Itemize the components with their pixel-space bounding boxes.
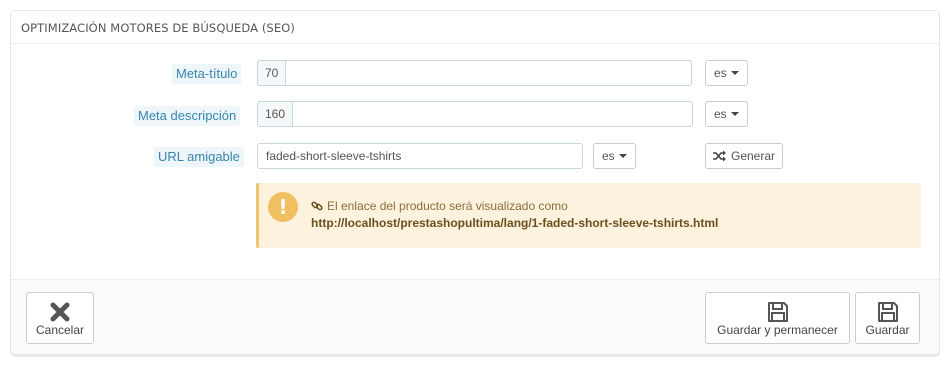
friendly-url-input[interactable] [257, 143, 583, 169]
panel-footer: Cancelar Guardar y permanecer Guardar [11, 279, 939, 354]
save-button[interactable]: Guardar [855, 292, 920, 344]
friendly-url-language-value: es [602, 149, 615, 163]
link-icon [311, 201, 323, 211]
meta-description-language-dropdown[interactable]: es [705, 101, 748, 127]
meta-description-language-value: es [714, 107, 727, 121]
generate-url-label: Generar [731, 149, 776, 163]
meta-description-input[interactable] [292, 101, 694, 127]
meta-title-language-dropdown[interactable]: es [705, 60, 748, 86]
meta-description-group: 160 [257, 101, 694, 127]
friendly-url-language-dropdown[interactable]: es [593, 143, 636, 169]
meta-title-counter: 70 [257, 60, 286, 86]
caret-down-icon [730, 112, 739, 116]
alert-message: El enlace del producto será visualizado … [311, 199, 568, 213]
meta-title-label: Meta-título [172, 64, 242, 84]
product-url-preview: http://localhost/prestashopultima/lang/1… [311, 216, 719, 230]
generate-url-button[interactable]: Generar [705, 143, 784, 169]
panel-heading: OPTIMIZACIÓN MOTORES DE BÚSQUEDA (SEO) [11, 11, 939, 44]
caret-down-icon [730, 71, 739, 75]
floppy-disk-icon [767, 302, 788, 322]
save-label: Guardar [865, 323, 910, 337]
shuffle-icon [713, 150, 726, 162]
floppy-disk-icon [877, 302, 898, 322]
meta-title-input[interactable] [285, 60, 693, 86]
meta-description-label: Meta descripción [134, 106, 241, 126]
cancel-button[interactable]: Cancelar [26, 292, 94, 344]
meta-title-language-value: es [714, 66, 727, 80]
meta-description-counter: 160 [257, 101, 293, 127]
seo-panel: OPTIMIZACIÓN MOTORES DE BÚSQUEDA (SEO) M… [10, 10, 940, 355]
close-icon [50, 302, 70, 322]
caret-down-icon [618, 154, 627, 158]
url-preview-alert: ! El enlace del producto será visualizad… [256, 183, 921, 248]
friendly-url-label: URL amigable [154, 147, 244, 167]
save-and-stay-label: Guardar y permanecer [717, 323, 838, 337]
cancel-label: Cancelar [35, 323, 85, 337]
alert-message-text: El enlace del producto será visualizado … [327, 199, 568, 213]
meta-title-group: 70 [257, 60, 693, 86]
exclamation-circle-icon: ! [268, 192, 298, 222]
save-and-stay-button[interactable]: Guardar y permanecer [705, 292, 850, 344]
